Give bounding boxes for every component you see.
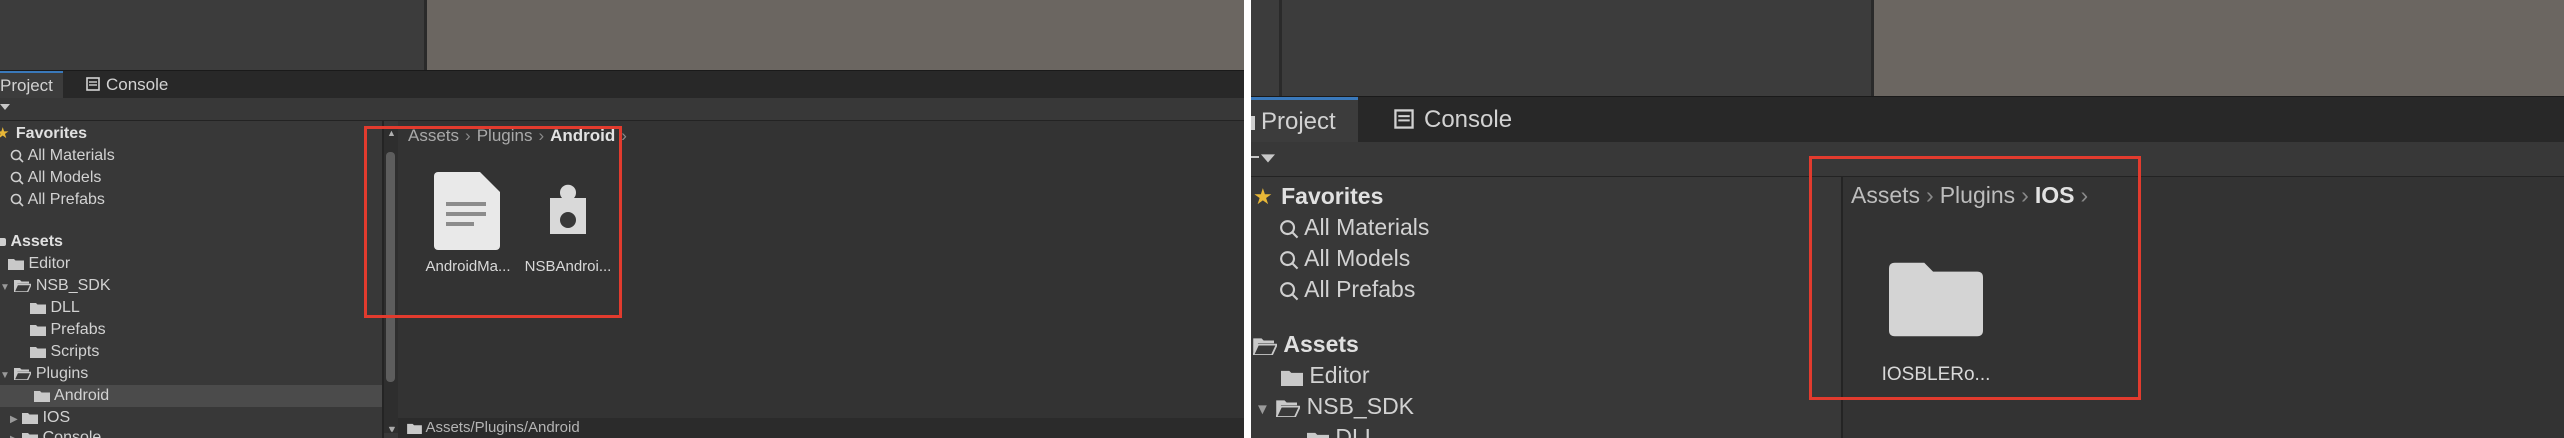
- assets-header[interactable]: Assets: [1253, 329, 1359, 360]
- star-icon: ★: [1253, 184, 1273, 209]
- project-folder-tree: ★ Favorites All Materials All Models All…: [1251, 177, 1841, 438]
- window-tab-bar: Project Console: [1251, 96, 2564, 143]
- tree-item-dll[interactable]: DLL: [1307, 422, 1378, 438]
- expanded-arrow-icon[interactable]: ▼: [1255, 401, 1270, 418]
- tree-item-editor[interactable]: Editor: [8, 253, 70, 275]
- assets-header[interactable]: Assets: [0, 231, 63, 253]
- tab-console[interactable]: Console: [1394, 97, 1512, 143]
- highlight-box: [364, 126, 622, 318]
- console-icon: [1394, 108, 1414, 129]
- folder-icon: [30, 347, 46, 359]
- tree-item-android[interactable]: Android: [0, 385, 382, 407]
- tab-project[interactable]: Project: [1251, 97, 1358, 143]
- tree-item-console[interactable]: ▶ Console: [10, 427, 101, 438]
- folder-open-icon: [1253, 338, 1277, 355]
- folder-icon: [1307, 432, 1329, 438]
- tree-item-scripts[interactable]: Scripts: [30, 341, 99, 363]
- image-gap: [1244, 0, 1251, 438]
- project-toolbar: [0, 98, 1244, 121]
- search-icon: [1280, 281, 1299, 301]
- search-icon: [1280, 219, 1299, 239]
- folder-icon: [34, 391, 51, 403]
- favorites-header[interactable]: ★ Favorites: [0, 123, 87, 145]
- favorite-item-all-materials[interactable]: All Materials: [1279, 212, 1429, 243]
- favorite-item-all-models[interactable]: All Models: [10, 167, 101, 189]
- favorite-item-all-prefabs[interactable]: All Prefabs: [1279, 274, 1415, 305]
- folder-icon: [22, 433, 39, 438]
- folder-icon: [30, 325, 46, 337]
- scene-view-middle-dark: [1282, 0, 1902, 96]
- tree-item-prefabs[interactable]: Prefabs: [30, 319, 106, 341]
- chevron-right-icon: ›: [621, 126, 627, 145]
- favorite-item-all-materials[interactable]: All Materials: [10, 145, 115, 167]
- expanded-arrow-icon[interactable]: ▼: [0, 282, 10, 293]
- folder-icon: [30, 303, 46, 315]
- status-bar: ▼ Assets/Plugins/Android: [388, 418, 1244, 438]
- favorite-item-all-prefabs[interactable]: All Prefabs: [10, 189, 105, 211]
- tree-item-nsb-sdk[interactable]: ▼ NSB_SDK: [0, 275, 111, 297]
- folder-open-icon: [14, 368, 32, 381]
- window-tab-bar: Project Console: [0, 70, 1244, 99]
- tree-item-editor[interactable]: Editor: [1281, 360, 1369, 391]
- folder-icon: [8, 259, 24, 271]
- create-button-icon[interactable]: [1251, 156, 1259, 158]
- tree-item-nsb-sdk[interactable]: ▼ NSB_SDK: [1255, 391, 1414, 422]
- scene-view-left-dark: [0, 0, 424, 70]
- star-icon: ★: [0, 125, 10, 142]
- left-project-window: Project Console ★ Favorites All Material…: [0, 0, 1244, 438]
- folder-open-icon: [1276, 400, 1301, 417]
- folder-icon: [1281, 370, 1303, 386]
- create-dropdown-icon[interactable]: [1261, 154, 1275, 164]
- search-icon: [10, 171, 24, 185]
- tree-item-plugins[interactable]: ▼ Plugins: [0, 363, 88, 385]
- folder-icon: [407, 423, 422, 435]
- scene-view-floor: [427, 0, 1244, 70]
- search-icon: [10, 149, 24, 163]
- folder-open-icon: [0, 238, 6, 246]
- scene-view-floor: [1874, 0, 2564, 96]
- folder-icon: [22, 413, 39, 425]
- scene-view-left-dark: [1251, 0, 1279, 96]
- search-icon: [1280, 250, 1299, 270]
- collapsed-arrow-icon[interactable]: ▶: [10, 434, 18, 438]
- highlight-box: [1809, 156, 2141, 400]
- tree-item-dll[interactable]: DLL: [30, 297, 80, 319]
- scroll-down-arrow-icon: ▼: [388, 424, 397, 434]
- expanded-arrow-icon[interactable]: ▼: [0, 370, 10, 381]
- collapsed-arrow-icon[interactable]: ▶: [10, 414, 18, 425]
- search-icon: [10, 193, 24, 207]
- folder-open-icon: [14, 280, 32, 293]
- right-project-window: Project Console ★ Favorites All Material…: [1251, 0, 2564, 438]
- project-icon: [1251, 115, 1255, 130]
- create-dropdown-icon[interactable]: [0, 104, 12, 112]
- favorites-header[interactable]: ★ Favorites: [1253, 181, 1383, 212]
- tab-console[interactable]: Console: [86, 71, 168, 99]
- project-folder-tree: ★ Favorites All Materials All Models All…: [0, 121, 382, 438]
- console-icon: [86, 77, 100, 91]
- tree-item-ios[interactable]: ▶ IOS: [10, 407, 70, 429]
- tab-project[interactable]: Project: [0, 71, 63, 99]
- favorite-item-all-models[interactable]: All Models: [1279, 243, 1410, 274]
